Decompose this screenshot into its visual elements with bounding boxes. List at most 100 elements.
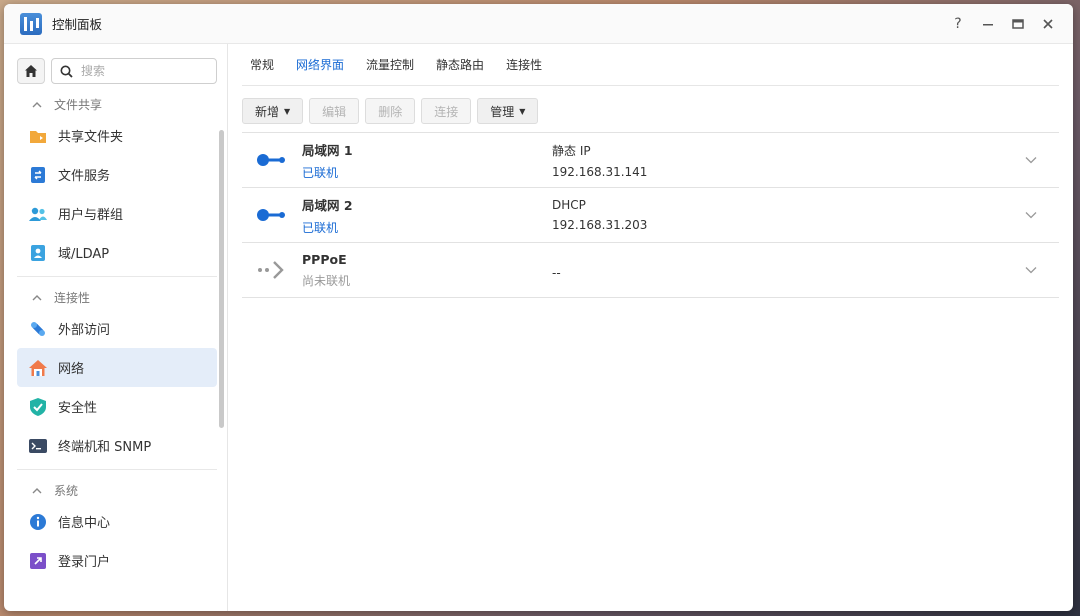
group-header-file-sharing[interactable]: 文件共享 bbox=[4, 92, 217, 116]
interface-ip-type: 静态 IP bbox=[552, 143, 591, 158]
window-title: 控制面板 bbox=[52, 17, 103, 32]
control-panel-app-icon bbox=[20, 12, 42, 35]
interface-name: 局域网 1 bbox=[302, 142, 353, 158]
tab-traffic-control[interactable]: 流量控制 bbox=[366, 56, 414, 85]
tab-static-route[interactable]: 静态路由 bbox=[436, 56, 484, 85]
sidebar-item-info-center[interactable]: 信息中心 bbox=[17, 502, 217, 541]
chevron-up-icon bbox=[32, 483, 42, 497]
group-header-system[interactable]: 系统 bbox=[4, 478, 217, 502]
interface-row-lan2[interactable]: 局域网 2 已联机 DHCP 192.168.31.203 bbox=[242, 188, 1059, 243]
manage-button[interactable]: 管理 ▼ bbox=[477, 98, 539, 124]
home-icon bbox=[25, 65, 37, 77]
login-portal-icon bbox=[28, 551, 48, 571]
sidebar: 文件共享 共享文件夹 文件服务 bbox=[4, 44, 228, 611]
terminal-icon bbox=[28, 436, 48, 456]
interface-list: 局域网 1 已联机 静态 IP 192.168.31.141 局域网 2 已联机… bbox=[242, 132, 1059, 298]
watermark: 值 什么值得买 bbox=[940, 577, 1072, 606]
main-panel: 常规 网络界面 流量控制 静态路由 连接性 新增 ▼ 编辑 删除 连接 管理 ▼ bbox=[228, 44, 1073, 611]
interface-row-lan1[interactable]: 局域网 1 已联机 静态 IP 192.168.31.141 bbox=[242, 133, 1059, 188]
sidebar-item-label: 终端机和 SNMP bbox=[58, 440, 152, 455]
sidebar-item-label: 登录门户 bbox=[58, 555, 111, 570]
chevron-up-icon bbox=[32, 290, 42, 304]
group-label: 文件共享 bbox=[54, 97, 103, 112]
maximize-button[interactable] bbox=[1003, 10, 1033, 38]
interface-row-pppoe[interactable]: PPPoE 尚未联机 -- bbox=[242, 243, 1059, 298]
toolbar: 新增 ▼ 编辑 删除 连接 管理 ▼ bbox=[242, 86, 1059, 132]
manage-label: 管理 bbox=[490, 104, 515, 119]
interface-name: 局域网 2 bbox=[302, 197, 353, 213]
interface-ip: 192.168.31.203 bbox=[552, 218, 648, 232]
pppoe-disconnected-icon bbox=[242, 259, 302, 281]
maximize-icon bbox=[1012, 18, 1024, 29]
shield-icon bbox=[28, 397, 48, 417]
connect-button[interactable]: 连接 bbox=[421, 98, 472, 124]
sidebar-item-label: 用户与群组 bbox=[58, 208, 124, 223]
search-icon bbox=[60, 65, 73, 78]
tab-network-interface[interactable]: 网络界面 bbox=[296, 56, 344, 85]
sidebar-item-domain-ldap[interactable]: 域/LDAP bbox=[17, 233, 217, 272]
interface-ip: -- bbox=[552, 266, 561, 280]
title-bar: 控制面板 ? bbox=[4, 4, 1073, 44]
sidebar-item-label: 网络 bbox=[58, 362, 85, 377]
sidebar-item-users-groups[interactable]: 用户与群组 bbox=[17, 194, 217, 233]
sidebar-item-label: 文件服务 bbox=[58, 169, 111, 184]
network-house-icon bbox=[28, 358, 48, 378]
tab-connectivity[interactable]: 连接性 bbox=[506, 56, 542, 85]
edit-button[interactable]: 编辑 bbox=[309, 98, 360, 124]
lan-connected-icon bbox=[242, 153, 302, 167]
file-services-icon bbox=[28, 165, 48, 185]
interface-status: 尚未联机 bbox=[302, 273, 351, 288]
sidebar-item-label: 域/LDAP bbox=[58, 247, 110, 262]
sidebar-item-network[interactable]: 网络 bbox=[17, 348, 217, 387]
close-icon bbox=[1043, 18, 1053, 29]
minimize-icon bbox=[983, 23, 993, 25]
chevron-down-icon[interactable] bbox=[1025, 153, 1037, 168]
group-label: 连接性 bbox=[54, 290, 91, 305]
sidebar-item-external-access[interactable]: 外部访问 bbox=[17, 309, 217, 348]
sidebar-item-label: 外部访问 bbox=[58, 323, 111, 338]
search-input[interactable] bbox=[81, 64, 201, 78]
external-access-icon bbox=[28, 319, 48, 339]
domain-ldap-icon bbox=[28, 243, 48, 263]
watermark-text: 什么值得买 bbox=[972, 581, 1072, 605]
sidebar-scrollbar[interactable] bbox=[219, 130, 224, 428]
interface-ip-type: DHCP bbox=[552, 198, 586, 212]
divider bbox=[17, 469, 217, 470]
chevron-up-icon bbox=[32, 97, 42, 111]
group-label: 系统 bbox=[54, 483, 79, 498]
tab-bar: 常规 网络界面 流量控制 静态路由 连接性 bbox=[242, 44, 1059, 86]
help-button[interactable]: ? bbox=[943, 10, 973, 38]
caret-down-icon: ▼ bbox=[284, 106, 291, 116]
sidebar-item-terminal-snmp[interactable]: 终端机和 SNMP bbox=[17, 426, 217, 465]
sidebar-item-security[interactable]: 安全性 bbox=[17, 387, 217, 426]
group-header-connectivity[interactable]: 连接性 bbox=[4, 285, 217, 309]
users-icon bbox=[28, 204, 48, 224]
sidebar-item-file-services[interactable]: 文件服务 bbox=[17, 155, 217, 194]
folder-share-icon bbox=[28, 126, 48, 146]
chevron-down-icon[interactable] bbox=[1025, 263, 1037, 278]
delete-button[interactable]: 删除 bbox=[365, 98, 416, 124]
create-button[interactable]: 新增 ▼ bbox=[242, 98, 304, 124]
help-icon: ? bbox=[954, 15, 962, 32]
tab-general[interactable]: 常规 bbox=[250, 56, 274, 85]
sidebar-item-shared-folder[interactable]: 共享文件夹 bbox=[17, 116, 217, 155]
info-icon bbox=[28, 512, 48, 532]
lan-connected-icon bbox=[242, 208, 302, 222]
search-box[interactable] bbox=[51, 58, 217, 84]
minimize-button[interactable] bbox=[973, 10, 1003, 38]
watermark-logo: 值 bbox=[940, 578, 966, 605]
chevron-down-icon[interactable] bbox=[1025, 208, 1037, 223]
close-button[interactable] bbox=[1033, 10, 1063, 38]
sidebar-item-label: 信息中心 bbox=[58, 516, 111, 531]
home-button[interactable] bbox=[17, 58, 45, 84]
control-panel-window: 控制面板 ? 搜索 文件共享 共享文件夹 文件服务 用户与群组 域/LDAP 连… bbox=[4, 4, 1073, 611]
caret-down-icon: ▼ bbox=[519, 106, 526, 116]
sidebar-item-label: 安全性 bbox=[58, 401, 98, 416]
sidebar-item-label: 共享文件夹 bbox=[58, 130, 124, 145]
divider bbox=[17, 276, 217, 277]
interface-name: PPPoE bbox=[302, 251, 347, 267]
interface-status: 已联机 bbox=[302, 220, 339, 235]
interface-ip: 192.168.31.141 bbox=[552, 164, 648, 179]
create-label: 新增 bbox=[255, 104, 280, 119]
sidebar-item-login-portal[interactable]: 登录门户 bbox=[17, 541, 217, 580]
